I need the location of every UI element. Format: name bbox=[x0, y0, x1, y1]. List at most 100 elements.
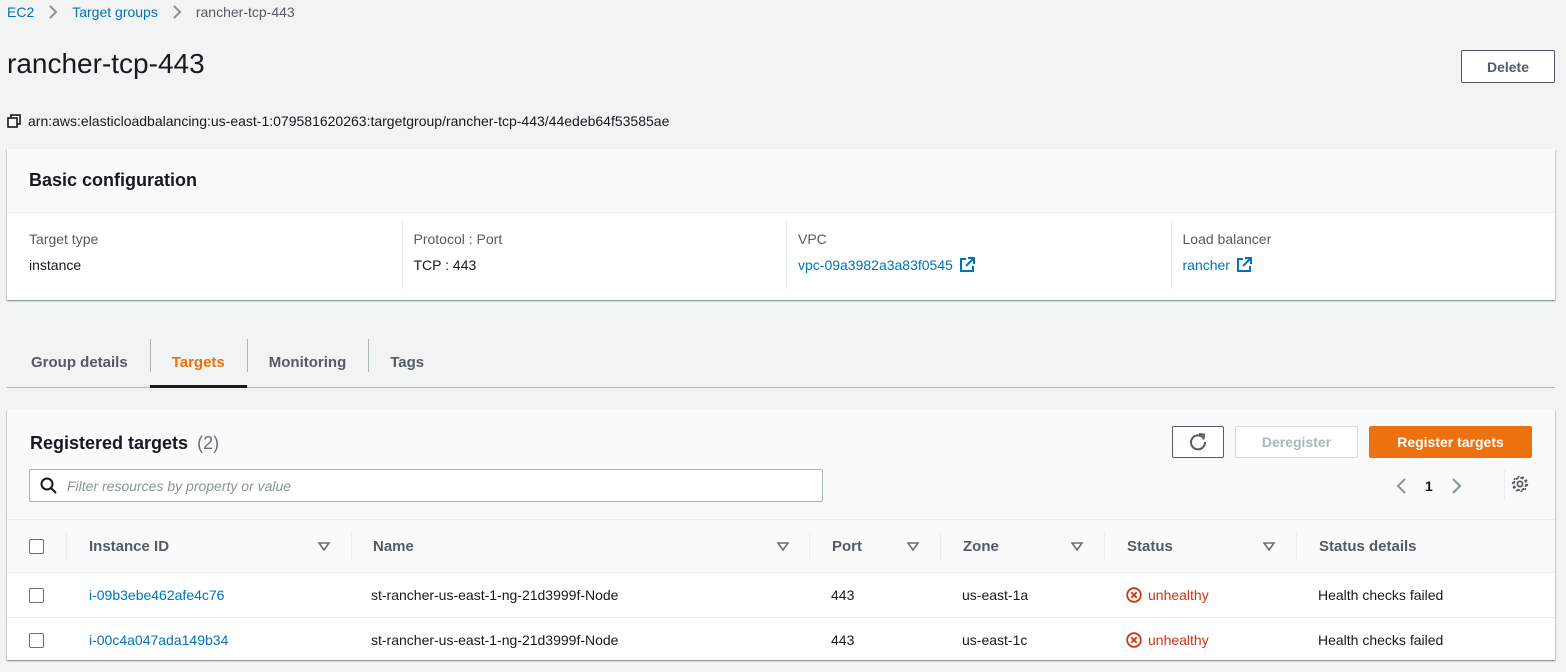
status-badge: unhealthy bbox=[1126, 632, 1209, 648]
status-text: unhealthy bbox=[1148, 587, 1209, 603]
table-row: i-09b3ebe462afe4c76 st-rancher-us-east-1… bbox=[7, 573, 1555, 617]
row-checkbox[interactable] bbox=[29, 587, 44, 603]
page-number[interactable]: 1 bbox=[1425, 478, 1433, 494]
breadcrumb-target-groups[interactable]: Target groups bbox=[72, 4, 158, 20]
name-cell: st-rancher-us-east-1-ng-21d3999f-Node bbox=[371, 632, 619, 648]
column-divider bbox=[809, 533, 810, 560]
instance-id-link[interactable]: i-00c4a047ada149b34 bbox=[89, 632, 228, 648]
config-value: instance bbox=[29, 257, 82, 273]
basic-configuration-panel: Basic configuration Target type instance… bbox=[7, 149, 1555, 300]
divider bbox=[1504, 470, 1505, 500]
targets-table: Instance ID Name Port Zone Status Status… bbox=[7, 520, 1555, 648]
column-header-label: Name bbox=[373, 538, 414, 555]
table-header: Instance ID Name Port Zone Status Status… bbox=[7, 520, 1555, 573]
status-cell: unhealthy bbox=[1126, 573, 1209, 617]
breadcrumb-ec2[interactable]: EC2 bbox=[7, 4, 34, 20]
sort-icon[interactable] bbox=[1071, 541, 1083, 552]
zone-cell: us-east-1a bbox=[962, 587, 1029, 603]
config-label: VPC bbox=[798, 231, 827, 247]
chevron-left-icon[interactable] bbox=[1395, 477, 1407, 495]
row-select-cell bbox=[29, 618, 44, 662]
select-all-checkbox[interactable] bbox=[29, 539, 44, 554]
column-header-label: Status bbox=[1127, 538, 1173, 555]
chevron-right-icon bbox=[48, 5, 58, 19]
column-header-instance-id[interactable]: Instance ID bbox=[89, 520, 351, 573]
instance-id-cell: i-00c4a047ada149b34 bbox=[89, 618, 228, 662]
chevron-right-icon[interactable] bbox=[1451, 477, 1463, 495]
name-cell: st-rancher-us-east-1-ng-21d3999f-Node bbox=[371, 587, 619, 603]
registered-targets-label: Registered targets bbox=[30, 433, 189, 453]
port-cell: 443 bbox=[831, 632, 855, 648]
external-link-icon[interactable] bbox=[959, 257, 975, 273]
column-divider bbox=[1296, 533, 1297, 560]
error-icon bbox=[1126, 587, 1142, 603]
instance-id-cell: i-09b3ebe462afe4c76 bbox=[89, 573, 224, 617]
column-header-label: Zone bbox=[963, 538, 999, 555]
refresh-icon bbox=[1190, 433, 1207, 451]
external-link-icon[interactable] bbox=[1236, 257, 1252, 273]
column-divider bbox=[1104, 533, 1105, 560]
config-grid: Target type instance Protocol : Port TCP… bbox=[7, 213, 1555, 300]
basic-configuration-title: Basic configuration bbox=[29, 170, 198, 190]
gear-icon[interactable] bbox=[1511, 475, 1529, 493]
status-details-cell: Health checks failed bbox=[1318, 587, 1444, 603]
delete-button[interactable]: Delete bbox=[1461, 50, 1555, 83]
tab-targets[interactable]: Targets bbox=[149, 338, 247, 388]
tab-group-details[interactable]: Group details bbox=[7, 338, 150, 387]
filter-input[interactable] bbox=[65, 471, 805, 500]
load-balancer-link[interactable]: rancher bbox=[1183, 257, 1230, 273]
tab-bar: Group details Targets Monitoring Tags bbox=[7, 338, 1555, 388]
sort-icon[interactable] bbox=[777, 541, 789, 552]
column-divider bbox=[940, 533, 941, 560]
column-header-status-details: Status details bbox=[1319, 520, 1417, 573]
page-title: rancher-tcp-443 bbox=[7, 48, 205, 79]
instance-id-link[interactable]: i-09b3ebe462afe4c76 bbox=[89, 587, 224, 603]
column-header-name[interactable]: Name bbox=[373, 520, 809, 573]
tab-monitoring[interactable]: Monitoring bbox=[246, 338, 368, 387]
column-header-port[interactable]: Port bbox=[832, 520, 940, 573]
sort-icon[interactable] bbox=[1263, 541, 1275, 552]
row-select-cell bbox=[29, 573, 44, 617]
arn-text: arn:aws:elasticloadbalancing:us-east-1:0… bbox=[28, 113, 670, 129]
status-cell: unhealthy bbox=[1126, 618, 1209, 662]
tab-tags[interactable]: Tags bbox=[368, 338, 446, 387]
error-icon bbox=[1126, 632, 1142, 648]
sort-icon[interactable] bbox=[907, 541, 919, 552]
config-load-balancer: Load balancer rancher bbox=[1170, 219, 1556, 289]
row-checkbox[interactable] bbox=[29, 632, 44, 648]
select-all-cell bbox=[29, 520, 44, 573]
zone-cell: us-east-1c bbox=[962, 632, 1028, 648]
filter-box[interactable] bbox=[29, 469, 823, 502]
table-row: i-00c4a047ada149b34 st-rancher-us-east-1… bbox=[7, 617, 1555, 661]
refresh-button[interactable] bbox=[1172, 426, 1224, 458]
registered-targets-panel: Registered targets (2) Deregister Regist… bbox=[7, 410, 1555, 660]
vpc-link[interactable]: vpc-09a3982a3a83f0545 bbox=[798, 257, 953, 273]
port-cell: 443 bbox=[831, 587, 855, 603]
column-header-status[interactable]: Status bbox=[1127, 520, 1296, 573]
breadcrumb-current: rancher-tcp-443 bbox=[195, 4, 295, 20]
config-label: Load balancer bbox=[1182, 231, 1272, 247]
registered-targets-header: Registered targets (2) Deregister Regist… bbox=[7, 410, 1555, 520]
chevron-right-icon bbox=[172, 5, 182, 19]
config-label: Protocol : Port bbox=[413, 231, 503, 247]
basic-configuration-header: Basic configuration bbox=[7, 149, 1555, 213]
column-header-label: Status details bbox=[1319, 538, 1417, 555]
column-header-label: Port bbox=[832, 538, 862, 555]
breadcrumb: EC2 Target groups rancher-tcp-443 bbox=[7, 3, 295, 21]
config-label: Target type bbox=[29, 231, 99, 247]
pagination: 1 bbox=[1395, 474, 1463, 498]
copy-icon[interactable] bbox=[7, 114, 22, 128]
register-targets-button[interactable]: Register targets bbox=[1369, 426, 1532, 458]
registered-targets-title: Registered targets (2) bbox=[30, 433, 219, 454]
column-header-zone[interactable]: Zone bbox=[963, 520, 1104, 573]
status-text: unhealthy bbox=[1148, 632, 1209, 648]
config-value: TCP : 443 bbox=[413, 257, 477, 273]
config-value: rancher bbox=[1183, 257, 1545, 273]
config-protocol-port: Protocol : Port TCP : 443 bbox=[401, 219, 787, 289]
sort-icon[interactable] bbox=[318, 541, 330, 552]
config-value: vpc-09a3982a3a83f0545 bbox=[798, 257, 1160, 273]
column-divider bbox=[351, 533, 352, 560]
deregister-button[interactable]: Deregister bbox=[1235, 426, 1358, 458]
status-details-cell: Health checks failed bbox=[1318, 632, 1444, 648]
config-target-type: Target type instance bbox=[7, 219, 402, 289]
